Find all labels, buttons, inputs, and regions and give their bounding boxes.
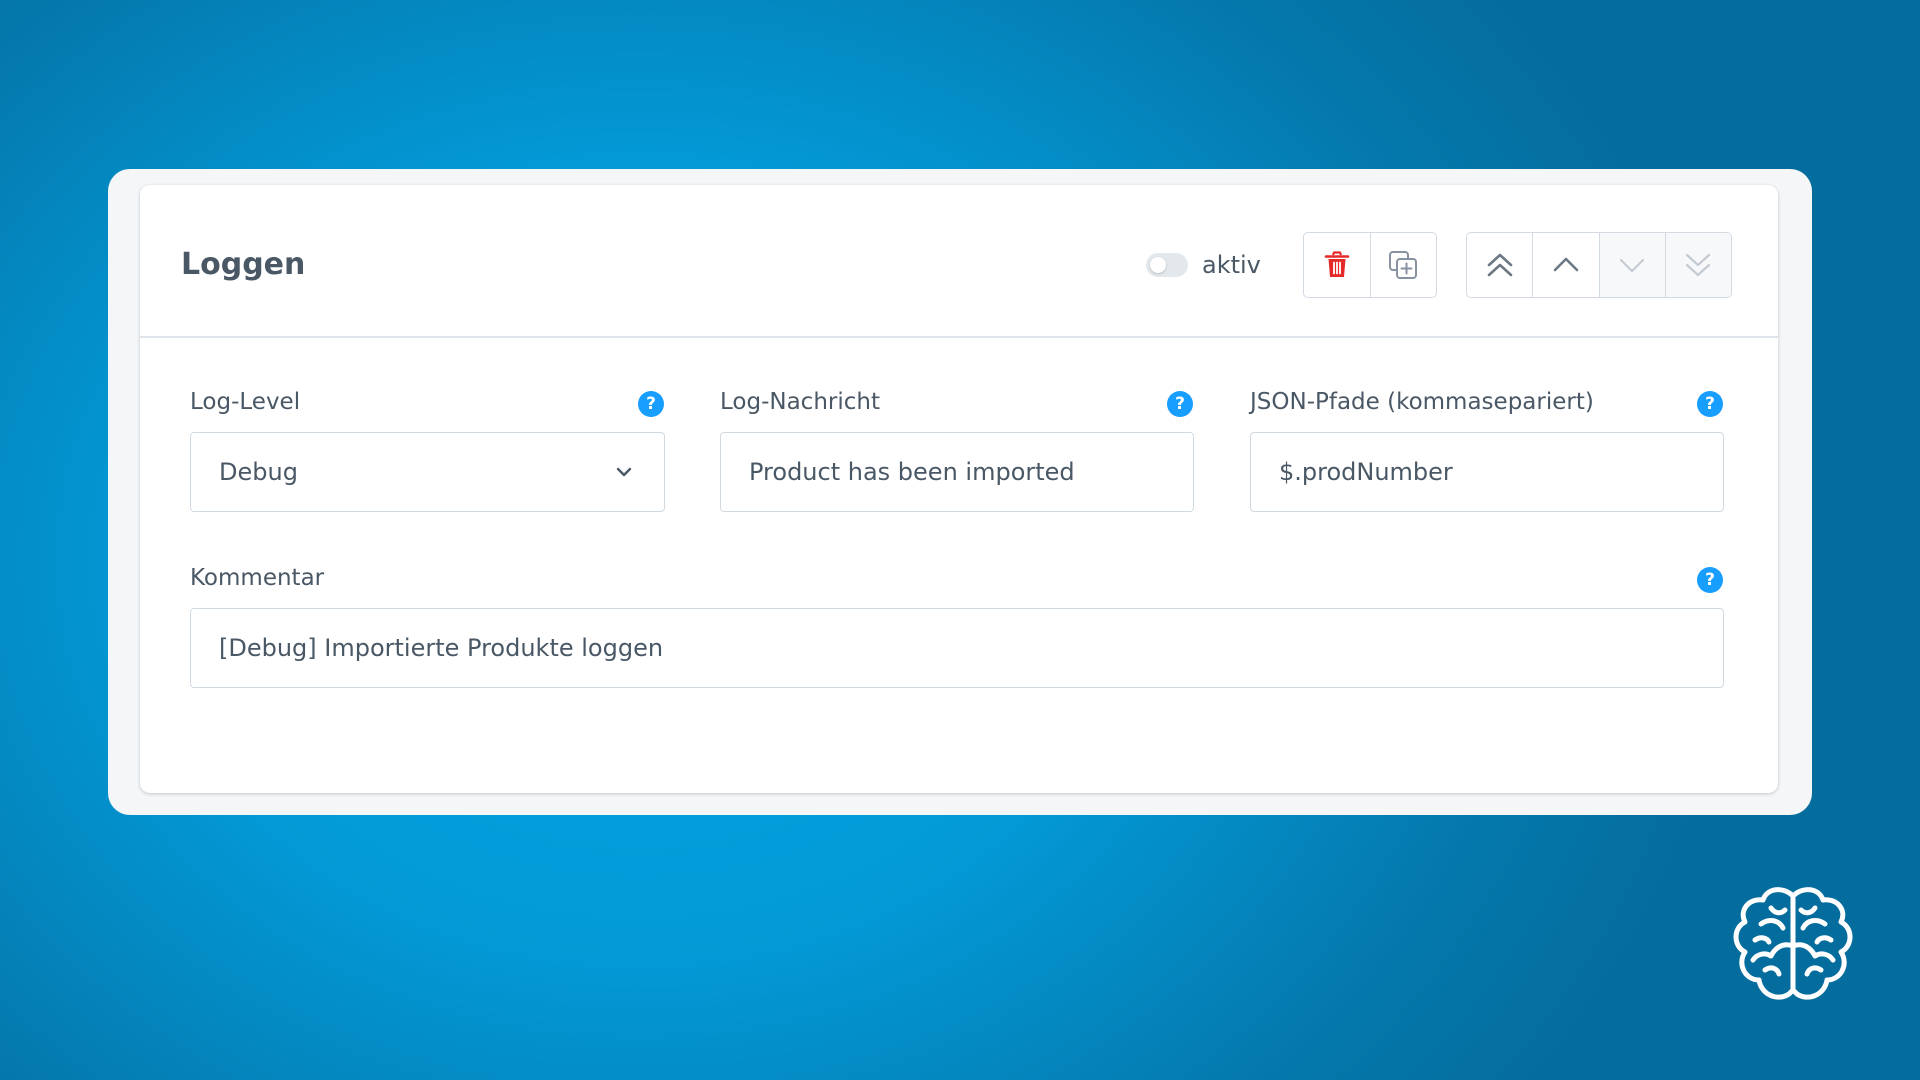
toggle-knob	[1150, 257, 1166, 273]
chevron-down-icon	[616, 467, 632, 477]
duplicate-icon	[1389, 251, 1418, 279]
move-up-icon	[1553, 257, 1579, 272]
brain-logo-icon	[1733, 887, 1853, 1000]
move-down-button[interactable]	[1599, 233, 1666, 297]
outer-frame: Loggen aktiv Log-Level ? Debug Log-Nachr…	[108, 169, 1812, 815]
json-paths-input[interactable]: $.prodNumber	[1250, 432, 1724, 512]
card-title: Loggen	[181, 247, 306, 282]
edit-button-group	[1303, 232, 1437, 298]
comment-value: [Debug] Importierte Produkte loggen	[219, 634, 664, 662]
move-to-top-icon	[1487, 253, 1512, 277]
delete-button[interactable]	[1304, 233, 1371, 297]
active-toggle-label: aktiv	[1202, 251, 1261, 279]
json-paths-label: JSON-Pfade (kommasepariert)	[1250, 389, 1594, 415]
card-header: Loggen aktiv	[140, 185, 1778, 338]
json-paths-value: $.prodNumber	[1279, 458, 1453, 486]
comment-label: Kommentar	[190, 565, 325, 591]
log-level-help-icon[interactable]: ?	[638, 391, 664, 417]
json-paths-help-icon[interactable]: ?	[1697, 391, 1723, 417]
active-toggle[interactable]	[1146, 253, 1188, 277]
move-to-top-button[interactable]	[1467, 233, 1534, 297]
log-message-help-icon[interactable]: ?	[1167, 391, 1193, 417]
log-level-select[interactable]: Debug	[190, 432, 665, 512]
log-level-value: Debug	[219, 458, 298, 486]
duplicate-button[interactable]	[1371, 233, 1437, 297]
comment-input[interactable]: [Debug] Importierte Produkte loggen	[190, 608, 1724, 688]
log-level-label: Log-Level	[190, 389, 301, 415]
move-down-icon	[1620, 258, 1645, 273]
comment-help-icon[interactable]: ?	[1697, 567, 1723, 593]
log-message-label: Log-Nachricht	[720, 389, 880, 415]
log-message-value: Product has been imported	[749, 458, 1075, 486]
move-to-bottom-button[interactable]	[1665, 233, 1731, 297]
move-up-button[interactable]	[1533, 233, 1600, 297]
log-message-input[interactable]: Product has been imported	[720, 432, 1194, 512]
move-to-bottom-icon	[1686, 253, 1711, 277]
log-action-card: Loggen aktiv Log-Level ? Debug Log-Nachr…	[140, 185, 1778, 793]
move-button-group	[1466, 232, 1732, 298]
trash-icon	[1324, 251, 1350, 277]
